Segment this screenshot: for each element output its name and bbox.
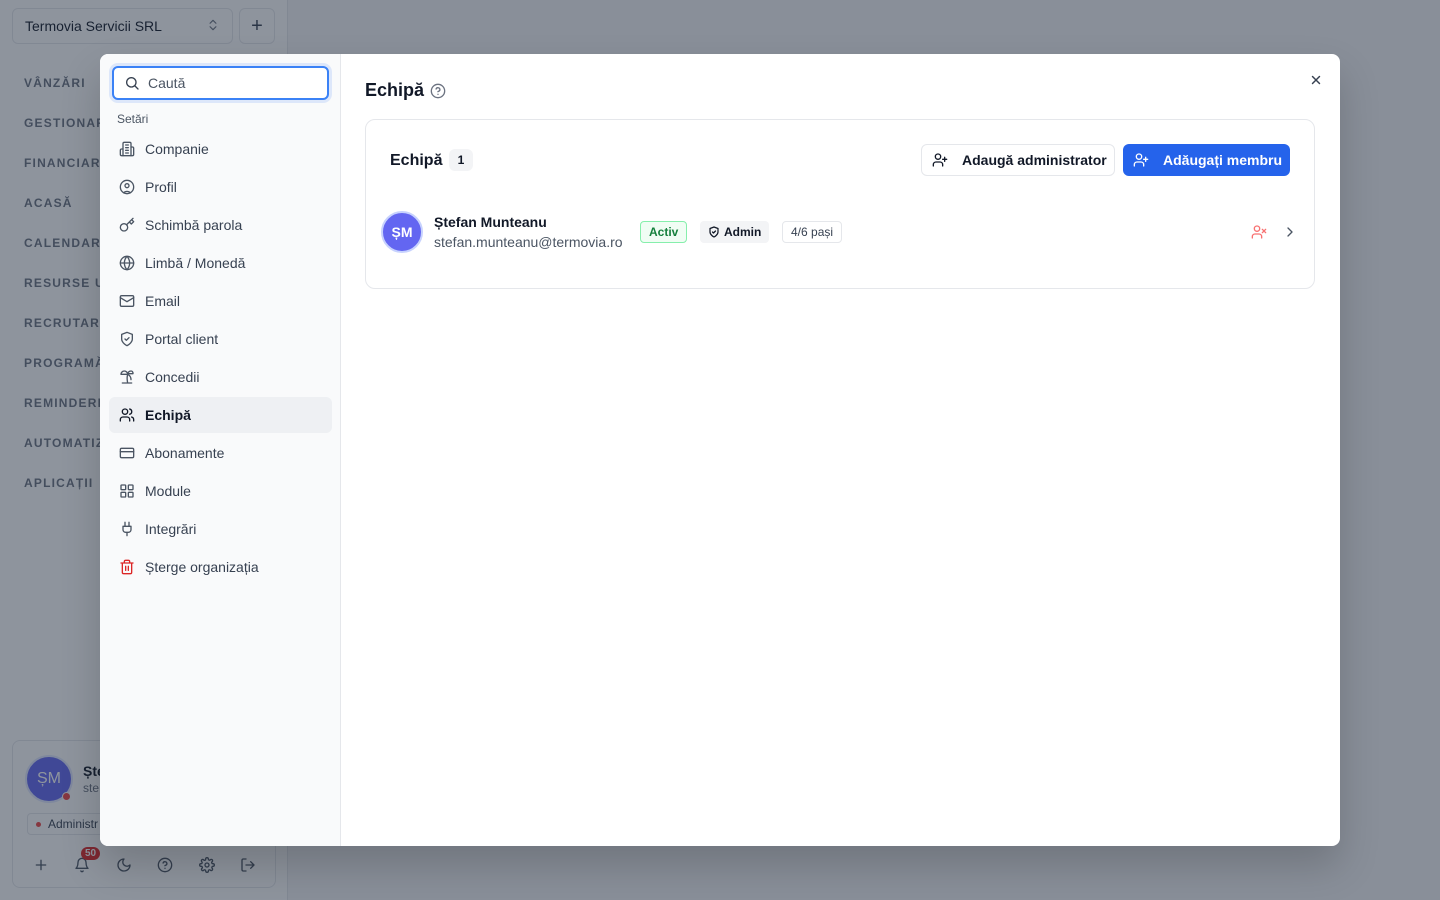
settings-item-label: Email (145, 293, 181, 309)
user-remove-icon[interactable] (1250, 224, 1268, 240)
building-icon (119, 141, 135, 157)
member-count-badge: 1 (449, 149, 473, 171)
settings-item-label: Echipă (145, 407, 191, 423)
credit-card-icon (119, 445, 135, 461)
shield-icon (119, 331, 135, 347)
page-title-text: Echipă (365, 80, 425, 100)
key-icon (119, 217, 135, 233)
chevron-right-icon[interactable] (1282, 224, 1298, 240)
role-badge: Admin (700, 221, 770, 243)
settings-item-sterge-organizatia[interactable]: Șterge organizația (109, 549, 332, 585)
settings-item-schimba-parola[interactable]: Schimbă parola (109, 207, 332, 243)
settings-item-limba-moneda[interactable]: Limbă / Monedă (109, 245, 332, 281)
add-member-button[interactable]: Adăugați membru (1123, 144, 1290, 176)
settings-section-label: Setări (117, 112, 149, 126)
settings-item-module[interactable]: Module (109, 473, 332, 509)
trash-icon (119, 559, 135, 575)
user-plus-icon (1133, 152, 1149, 168)
team-card-title: Echipă (390, 152, 443, 169)
add-admin-label: Adaugă administrator (962, 152, 1107, 168)
settings-item-concedii[interactable]: Concedii (109, 359, 332, 395)
settings-item-integrari[interactable]: Integrări (109, 511, 332, 547)
avatar: ȘM (381, 211, 423, 253)
add-member-label: Adăugați membru (1163, 152, 1283, 168)
settings-item-label: Companie (145, 141, 209, 157)
settings-item-label: Abonamente (145, 445, 225, 461)
settings-item-portal-client[interactable]: Portal client (109, 321, 332, 357)
settings-item-label: Limbă / Monedă (145, 255, 246, 271)
close-button[interactable] (1306, 70, 1326, 90)
settings-item-echipa[interactable]: Echipă (109, 397, 332, 433)
settings-content: Echipă Echipă 1 Adaugă administrator Adă… (341, 54, 1340, 846)
users-icon (119, 407, 135, 423)
close-icon (1309, 73, 1323, 87)
settings-item-abonamente[interactable]: Abonamente (109, 435, 332, 471)
settings-item-label: Șterge organizația (145, 559, 259, 575)
user-plus-icon (932, 152, 948, 168)
settings-item-label: Schimbă parola (145, 217, 243, 233)
grid-icon (119, 483, 135, 499)
settings-item-label: Portal client (145, 331, 219, 347)
settings-item-email[interactable]: Email (109, 283, 332, 319)
mail-icon (119, 293, 135, 309)
settings-sidebar: Setări Companie Profil Schimbă parola Li… (100, 54, 341, 846)
globe-icon (119, 255, 135, 271)
search-input[interactable] (148, 75, 318, 91)
shield-icon (708, 226, 720, 238)
team-card: Echipă 1 Adaugă administrator Adăugați m… (365, 119, 1315, 289)
member-email: stefan.munteanu@termovia.ro (434, 234, 623, 250)
settings-item-label: Module (145, 483, 191, 499)
settings-item-companie[interactable]: Companie (109, 131, 332, 167)
search-icon (124, 75, 140, 91)
status-badge: Activ (640, 221, 688, 243)
page-title: Echipă (365, 80, 446, 101)
settings-item-label: Integrări (145, 521, 197, 537)
palm-tree-icon (119, 369, 135, 385)
add-admin-button[interactable]: Adaugă administrator (921, 144, 1115, 176)
settings-modal: Setări Companie Profil Schimbă parola Li… (100, 54, 1340, 846)
settings-item-label: Profil (145, 179, 177, 195)
role-label: Admin (724, 225, 762, 239)
user-circle-icon (119, 179, 135, 195)
help-circle-icon[interactable] (430, 83, 446, 99)
steps-badge: 4/6 pași (782, 221, 843, 243)
plug-icon (119, 521, 135, 537)
table-row[interactable]: ȘM Ștefan Munteanu stefan.munteanu@termo… (366, 206, 1314, 258)
settings-item-label: Concedii (145, 369, 200, 385)
member-name: Ștefan Munteanu (434, 214, 547, 230)
search-field[interactable] (112, 66, 329, 100)
settings-item-profil[interactable]: Profil (109, 169, 332, 205)
